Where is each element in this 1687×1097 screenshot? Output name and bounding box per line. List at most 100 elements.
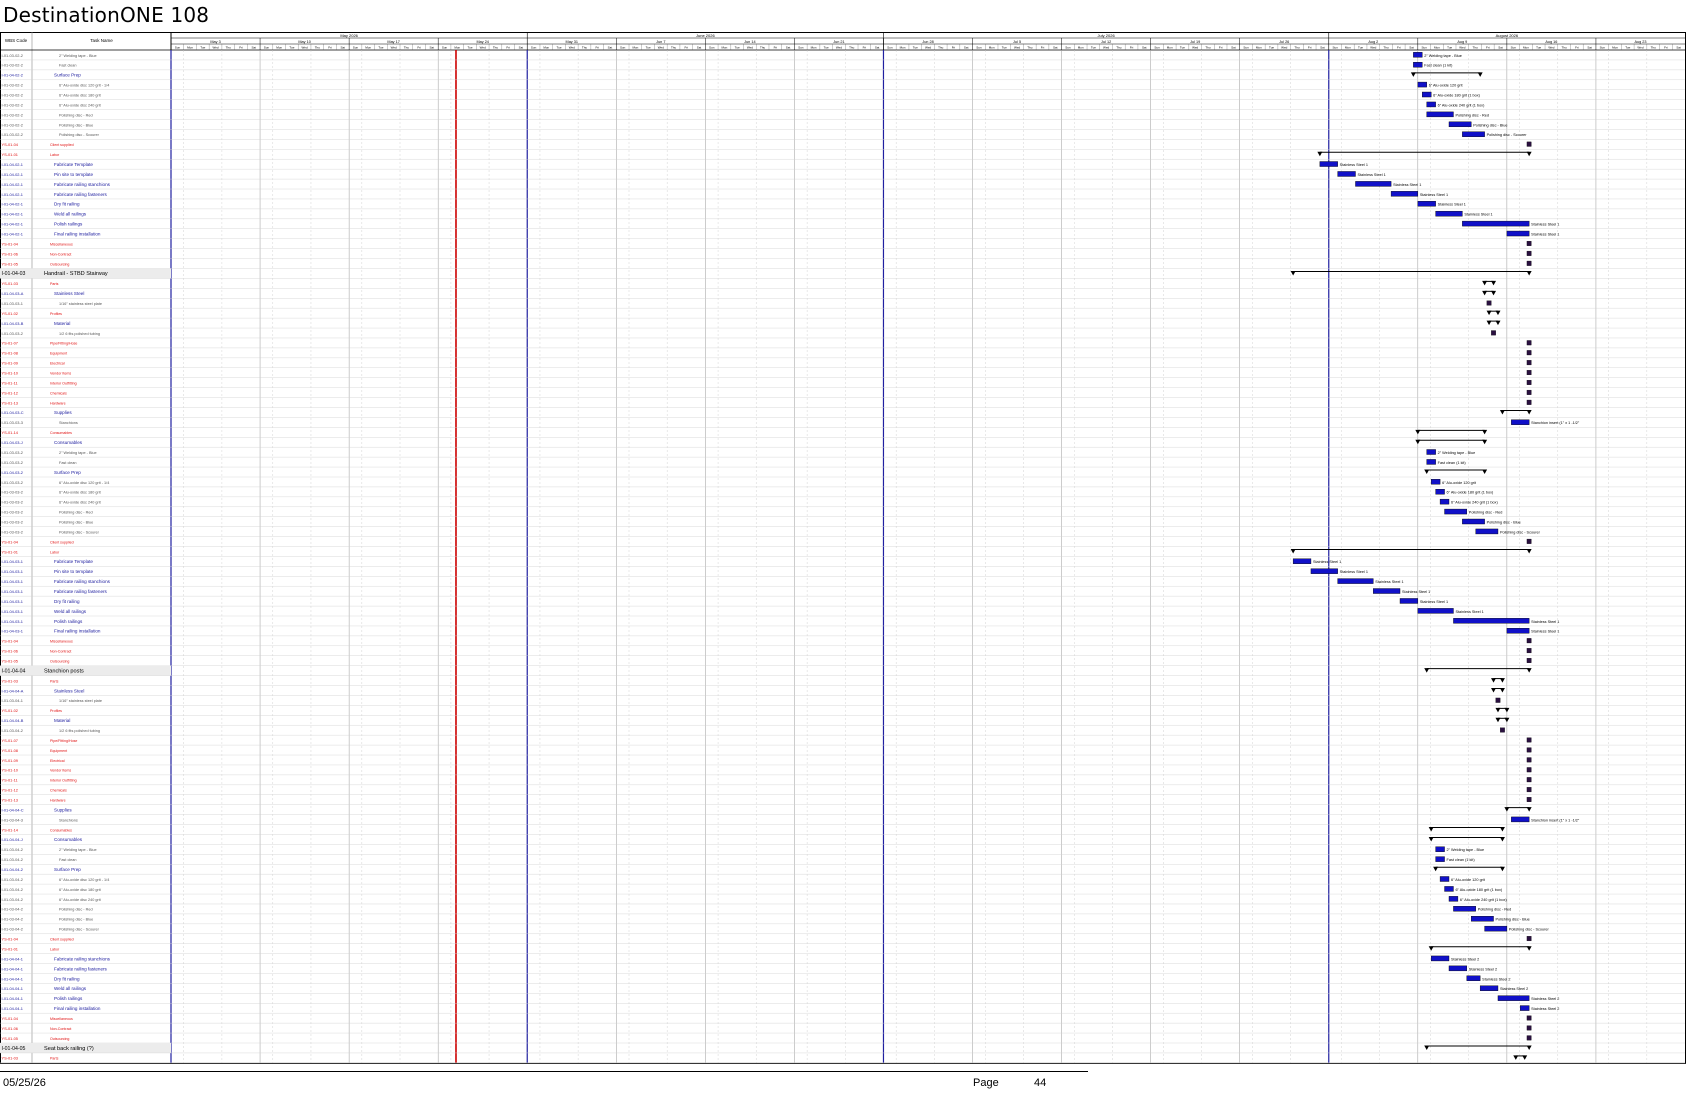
task-name: Polishing disc - Red: [59, 511, 93, 515]
day-label: Sun: [264, 46, 270, 50]
wbs-code: I-01-04-03-1: [2, 629, 23, 634]
day-label: Wed: [1548, 46, 1554, 50]
day-label: Sun: [353, 46, 359, 50]
day-label: Sat: [1231, 46, 1236, 50]
summary-end-marker: [1526, 668, 1532, 673]
wbs-code: I-01-04-03-2: [2, 470, 23, 475]
day-label: Sun: [1511, 46, 1517, 50]
day-label: Thu: [849, 46, 855, 50]
task-name: Client supplied: [50, 938, 74, 942]
task-bar: [1426, 101, 1436, 108]
task-bar: [1426, 449, 1436, 455]
wbs-code: I-01-03-03-1: [2, 301, 23, 306]
day-label: Mon: [1167, 46, 1173, 50]
milestone-marker: [1526, 340, 1532, 346]
summary-start-marker: [1499, 409, 1505, 415]
day-label: Sun: [1154, 46, 1160, 50]
summary-end-marker: [1526, 409, 1532, 415]
task-bar: [1417, 81, 1427, 88]
task-bar-label: Polishing disc - Scourer: [1509, 928, 1550, 932]
day-label: Fri: [1575, 46, 1579, 50]
task-bar: [1462, 220, 1530, 227]
day-label: Sat: [608, 46, 613, 50]
milestone-marker: [1526, 538, 1532, 544]
task-name: Fast clean: [59, 461, 77, 465]
milestone-marker: [1526, 797, 1532, 802]
task-name: 6" Alu-oxide disc 180 grit: [59, 888, 102, 892]
wbs-code: YS-01-10: [2, 371, 19, 376]
task-bar-label: Stainless Steel 1: [1531, 233, 1559, 237]
wbs-code: YS-01-03: [2, 678, 18, 683]
task-bar: [1435, 489, 1445, 495]
task-bar: [1466, 975, 1481, 981]
wbs-code: I-01-04-02-1: [2, 162, 23, 167]
task-bar-label: Polishing disc - Red: [1455, 113, 1489, 117]
day-label: Sat: [340, 46, 345, 50]
wbs-code: I-01-04-03: [2, 271, 26, 277]
wbs-code: I-01-04-02-2: [2, 73, 23, 78]
task-bar: [1319, 161, 1338, 167]
day-label: Wed: [836, 46, 842, 50]
day-label: Sun: [1600, 46, 1606, 50]
task-name: Consumables: [54, 440, 83, 445]
milestone-marker: [1526, 638, 1532, 644]
task-bar: [1448, 965, 1468, 972]
wbs-code: YS-01-01: [2, 549, 18, 554]
footer-page-number: 44: [1034, 1077, 1047, 1089]
task-name: Stanchions: [59, 818, 78, 822]
task-name: Fast clean: [59, 64, 77, 68]
task-bar-label: Polishing disc - Blue: [1473, 123, 1507, 127]
task-name: Fabricate railing fasteners: [54, 192, 108, 197]
task-bar: [1310, 568, 1338, 574]
wbs-code: I-01-03-02-2: [2, 102, 23, 107]
day-label: Sun: [798, 46, 804, 50]
summary-start-marker: [1428, 827, 1434, 832]
wbs-code: YS-01-12: [2, 788, 18, 793]
task-name: 6" Alu-oxide disc 240 grit: [59, 898, 102, 902]
day-label: Mon: [1612, 46, 1618, 50]
day-label: Sun: [887, 46, 893, 50]
wbs-code: YS-01-01: [2, 152, 18, 157]
day-label: Sat: [786, 46, 791, 50]
week-label: Jun 14: [744, 40, 755, 44]
day-label: Tue: [1625, 46, 1630, 50]
day-label: Wed: [1637, 46, 1643, 50]
task-bar: [1435, 210, 1463, 217]
task-bar: [1479, 985, 1499, 991]
task-bar-label: 6" Alu-oxide 180 grit (1 box): [1447, 491, 1494, 495]
day-label: Thu: [1472, 46, 1478, 50]
wbs-code: YS-01-04: [2, 1016, 19, 1021]
day-label: Tue: [1180, 46, 1185, 50]
day-label: Tue: [1269, 46, 1274, 50]
day-label: Wed: [1459, 46, 1465, 50]
milestone-marker: [1526, 360, 1532, 366]
wbs-code: YS-01-01: [2, 946, 18, 951]
summary-end-marker: [1526, 151, 1532, 157]
summary-start-marker: [1482, 280, 1488, 286]
task-name: Outsourcing: [50, 262, 69, 266]
task-bar: [1506, 628, 1530, 634]
summary-start-marker: [1415, 439, 1421, 445]
week-label: May 3: [210, 40, 220, 44]
wbs-code: I-01-03-03-2: [2, 490, 23, 495]
task-name: 2" Welding tape - Blue: [59, 54, 97, 58]
wbs-code: I-01-04-04-J: [2, 837, 23, 842]
day-label: Sat: [1587, 46, 1592, 50]
day-label: Mon: [1434, 46, 1440, 50]
task-name: Supplies: [54, 807, 72, 812]
wbs-code: YS-01-05: [2, 658, 18, 663]
summary-start-marker: [1433, 866, 1439, 872]
task-bar-label: Fast clean (1 kit): [1438, 461, 1467, 465]
summary-end-marker: [1526, 270, 1532, 276]
task-name: Polishing disc - Blue: [59, 918, 93, 922]
day-label: Fri: [1486, 46, 1490, 50]
day-label: Thu: [938, 46, 944, 50]
task-bar: [1448, 896, 1459, 902]
day-label: Fri: [239, 46, 243, 50]
summary-end-marker: [1482, 439, 1488, 445]
summary-start-marker: [1424, 1045, 1430, 1050]
task-name: Interior Outfitting: [50, 779, 77, 783]
summary-end-marker: [1499, 866, 1505, 872]
wbs-code: I-01-03-02-2: [2, 122, 23, 127]
task-name: Polishing disc - Blue: [59, 520, 93, 524]
